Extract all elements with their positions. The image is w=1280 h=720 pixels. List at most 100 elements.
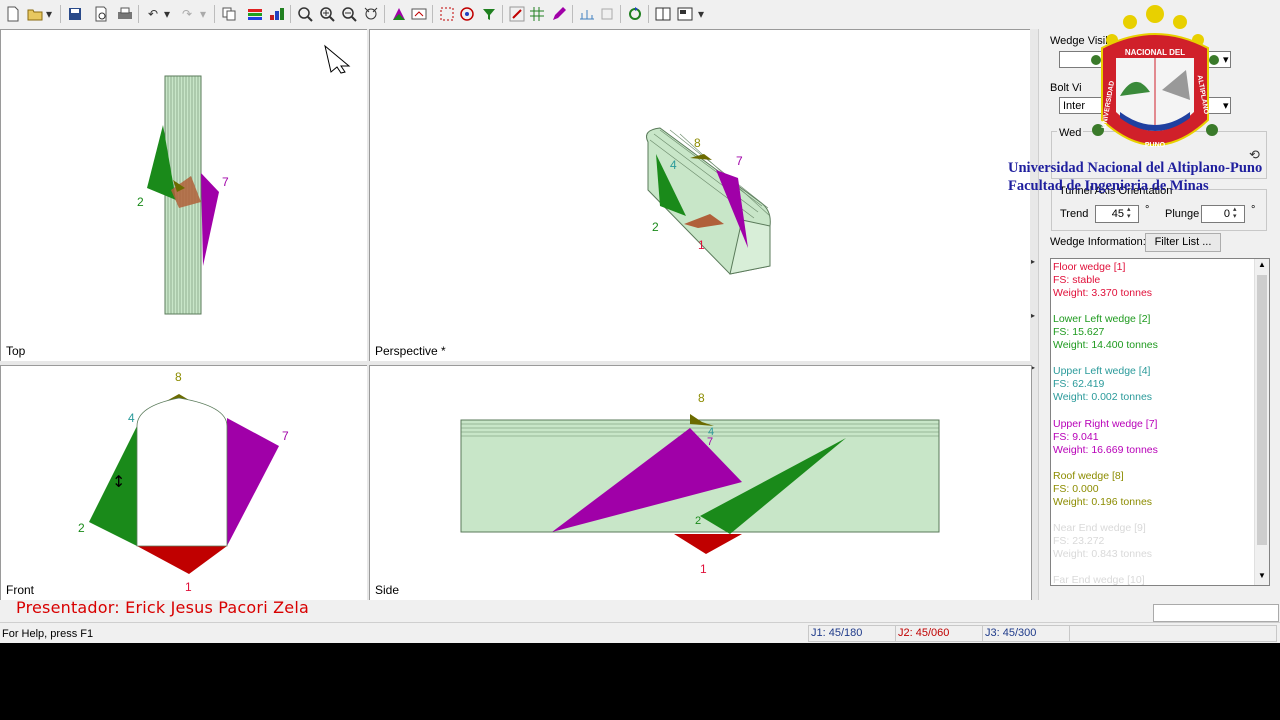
- front-view[interactable]: 8 4 7 2 1 ↕ Front: [0, 365, 369, 602]
- wedge-fs: FS: 15.627: [1053, 326, 1105, 338]
- perspective-view[interactable]: 8 7 4 2 1 Perspective *: [369, 29, 1032, 363]
- list-item[interactable]: Far End wedge [10]: [1053, 574, 1145, 585]
- mouse-cursor-icon: [323, 44, 353, 77]
- wedge-label: 2: [78, 521, 85, 535]
- spinner-icon[interactable]: ▴ ▾: [1127, 206, 1131, 220]
- view-label-perspective: Perspective *: [375, 344, 446, 358]
- wedge-label: 1: [185, 580, 192, 594]
- grid-icon[interactable]: [528, 5, 546, 23]
- scrollbar[interactable]: ▲ ▼: [1254, 259, 1269, 585]
- side-view[interactable]: 8 4 7 2 1 Side: [369, 365, 1032, 602]
- wedge-fs: FS: stable: [1053, 274, 1101, 286]
- chevron-down-icon[interactable]: ▾: [1223, 53, 1229, 66]
- copy-icon[interactable]: [220, 5, 238, 23]
- wedge-name: Floor wedge [1]: [1053, 261, 1126, 273]
- wedge-section-label: Wed: [1057, 127, 1084, 139]
- wedge-label: 8: [694, 136, 701, 150]
- wedge-label: 4: [670, 158, 677, 172]
- column-splitter[interactable]: [367, 29, 369, 600]
- wedge-fs: FS: 62.419: [1053, 378, 1105, 390]
- row-splitter[interactable]: [0, 361, 1030, 365]
- rotate-icon[interactable]: [458, 5, 476, 23]
- zoom-all-icon[interactable]: [296, 5, 314, 23]
- university-name: Universidad Nacional del Altiplano-Puno: [1008, 160, 1263, 176]
- wedge-info-label: Wedge Information:: [1050, 236, 1146, 248]
- view-label-top: Top: [6, 344, 26, 358]
- trend-label: Trend: [1060, 208, 1089, 220]
- plunge-input[interactable]: 0: [1201, 205, 1245, 223]
- wedge-icon[interactable]: [390, 5, 408, 23]
- print-icon[interactable]: [116, 5, 134, 23]
- command-input[interactable]: [1153, 604, 1279, 622]
- options-icon[interactable]: [676, 5, 694, 23]
- color-icon[interactable]: [246, 5, 264, 23]
- zoom-out-icon[interactable]: [340, 5, 358, 23]
- scroll-down-icon[interactable]: ▼: [1258, 571, 1266, 580]
- list-item[interactable]: Upper Left wedge [4] FS: 62.419 Weight: …: [1053, 365, 1152, 404]
- wedge-label: 2: [652, 220, 659, 234]
- zoom-extents-icon[interactable]: [362, 5, 380, 23]
- zoom-in-icon[interactable]: [318, 5, 336, 23]
- scrollbar-thumb[interactable]: [1257, 275, 1267, 545]
- list-item[interactable]: Floor wedge [1] FS: stable Weight: 3.370…: [1053, 261, 1152, 300]
- wedge-name: Near End wedge [9]: [1053, 522, 1146, 534]
- spinner-icon[interactable]: ▴ ▾: [1233, 206, 1237, 220]
- redo-icon[interactable]: ↷: [178, 5, 196, 23]
- select-icon[interactable]: [438, 5, 456, 23]
- wedge-label: 2: [695, 515, 702, 527]
- status-j1: J1: 45/180: [808, 625, 896, 642]
- presenter-strip: Presentador: Erick Jesus Pacori Zela: [0, 598, 1280, 622]
- plunge-label: Plunge: [1165, 208, 1200, 220]
- university-seal: NACIONAL DEL UNIVERSIDAD ALTIPLANO PUNO: [1090, 0, 1220, 160]
- wedge-label: 7: [282, 429, 289, 443]
- presenter-caption: Presentador: Erick Jesus Pacori Zela: [16, 598, 309, 617]
- refresh-icon[interactable]: [626, 5, 644, 23]
- list-item[interactable]: Lower Left wedge [2] FS: 15.627 Weight: …: [1053, 313, 1158, 352]
- layout-icon[interactable]: [654, 5, 672, 23]
- perspective-drawing: [646, 127, 771, 275]
- status-empty-pane: [1069, 625, 1277, 642]
- undo-icon[interactable]: ↶: [144, 5, 162, 23]
- list-item[interactable]: Roof wedge [8] FS: 0.000 Weight: 0.196 t…: [1053, 470, 1152, 509]
- scale-icon[interactable]: [578, 5, 596, 23]
- chevron-down-icon[interactable]: ▾: [696, 5, 706, 23]
- wedge-weight: Weight: 0.843 tonnes: [1053, 548, 1153, 560]
- seal-text: PUNO: [1145, 142, 1166, 149]
- top-view[interactable]: 2 7 Top: [0, 29, 369, 363]
- wedge-info-list[interactable]: Floor wedge [1] FS: stable Weight: 3.370…: [1050, 258, 1270, 586]
- new-icon[interactable]: [4, 5, 22, 23]
- filter-list-button[interactable]: Filter List ...: [1145, 233, 1221, 252]
- text-cursor-icon: ↕: [112, 472, 126, 491]
- status-j3: J3: 45/300: [982, 625, 1070, 642]
- chevron-down-icon[interactable]: ▾: [162, 5, 172, 23]
- status-bar: For Help, press F1 J1: 45/180 J2: 45/060…: [0, 622, 1280, 643]
- scroll-up-icon[interactable]: ▲: [1258, 260, 1266, 269]
- wedge-label: 8: [175, 370, 182, 384]
- status-j2: J2: 45/060: [895, 625, 983, 642]
- arrow-right-icon: ▸: [1031, 257, 1036, 266]
- chevron-down-icon[interactable]: ▾: [1223, 99, 1229, 112]
- filter-icon[interactable]: [480, 5, 498, 23]
- faculty-name: Facultad de Ingenieria de Minas: [1008, 178, 1209, 194]
- wedge-fs: FS: 9.041: [1053, 431, 1099, 443]
- erase-icon[interactable]: [598, 5, 616, 23]
- pin-icon[interactable]: [508, 5, 526, 23]
- edit-icon[interactable]: [550, 5, 568, 23]
- degree-symbol: °: [1145, 204, 1150, 216]
- wedge-label: 7: [222, 175, 229, 189]
- list-item[interactable]: Near End wedge [9] FS: 23.272 Weight: 0.…: [1053, 522, 1152, 561]
- print-preview-icon[interactable]: [92, 5, 110, 23]
- trend-input[interactable]: 45: [1095, 205, 1139, 223]
- list-item[interactable]: Upper Right wedge [7] FS: 9.041 Weight: …: [1053, 418, 1158, 457]
- open-icon[interactable]: [26, 5, 44, 23]
- wedge-name: Upper Left wedge [4]: [1053, 365, 1151, 377]
- save-icon[interactable]: [66, 5, 84, 23]
- front-view-drawing: [89, 394, 279, 574]
- view-icon[interactable]: [410, 5, 428, 23]
- chevron-down-icon[interactable]: ▾: [198, 5, 208, 23]
- chevron-down-icon[interactable]: ▾: [44, 5, 54, 23]
- arrow-right-icon: ▸: [1031, 311, 1036, 320]
- view-label-side: Side: [375, 583, 400, 597]
- wedge-label: 7: [707, 436, 714, 448]
- chart-icon[interactable]: [268, 5, 286, 23]
